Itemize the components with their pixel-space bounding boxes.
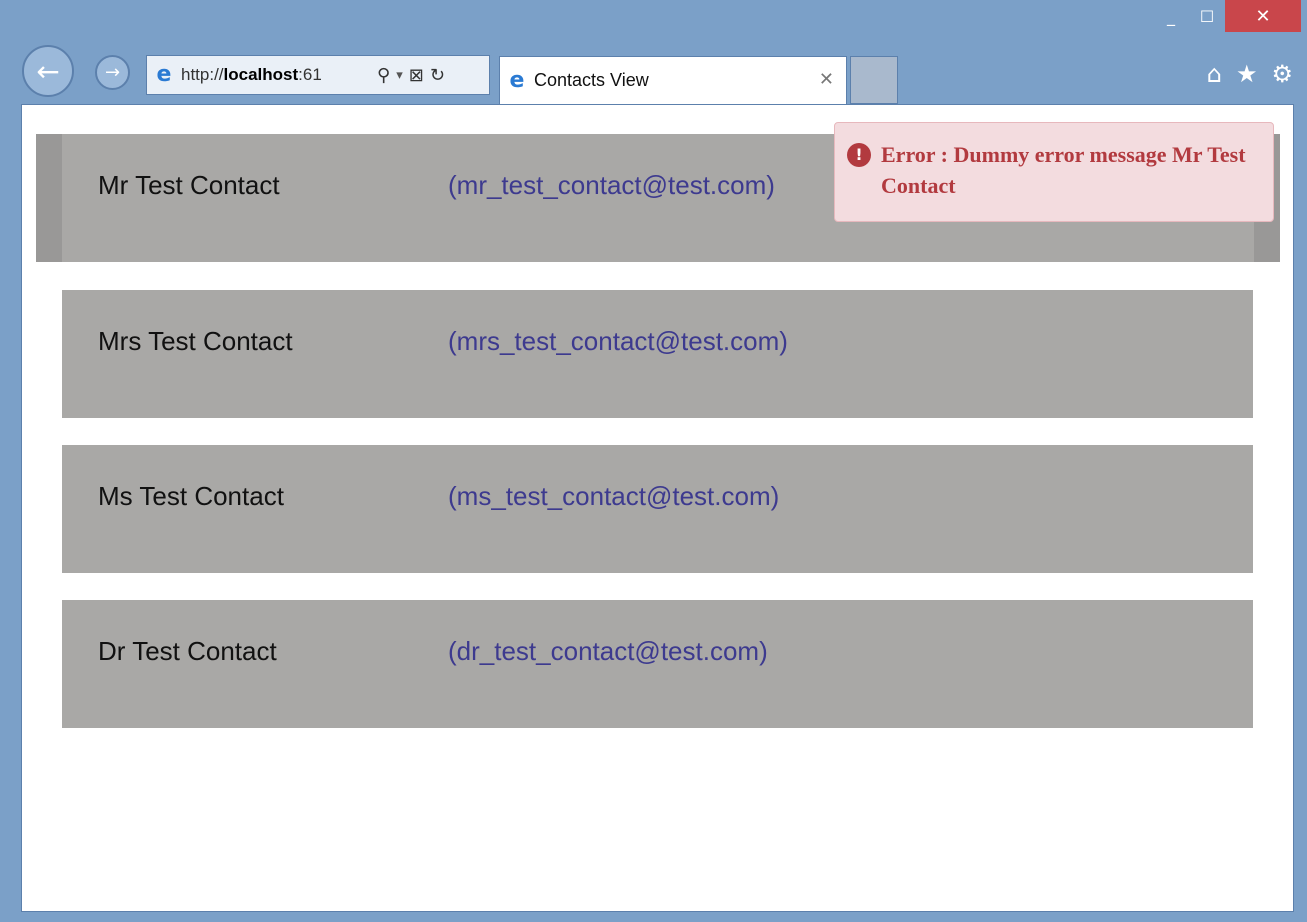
address-bar[interactable]: e http://localhost:61 ⚲ ▾ ⊠ ↻	[146, 55, 490, 95]
contact-name: Mrs Test Contact	[98, 326, 293, 356]
url-rest: :61	[298, 65, 322, 84]
error-message: Error : Dummy error message Mr Test Cont…	[881, 142, 1246, 198]
tab-close-icon[interactable]: ✕	[819, 69, 834, 90]
browser-window: _ ☐ ✕ ← → e http://localhost:61 ⚲ ▾ ⊠ ↻ …	[0, 0, 1307, 922]
compatibility-view-icon[interactable]: ⊠	[409, 65, 424, 86]
contact-row[interactable]: Mrs Test Contact (mrs_test_contact@test.…	[62, 290, 1253, 418]
new-tab-button[interactable]	[850, 56, 898, 104]
dropdown-icon[interactable]: ▾	[396, 68, 403, 83]
settings-gear-icon[interactable]: ⚙	[1271, 60, 1293, 88]
contact-name: Dr Test Contact	[98, 636, 277, 666]
back-button[interactable]: ←	[22, 45, 74, 97]
favorites-star-icon[interactable]: ★	[1236, 60, 1258, 88]
close-window-button[interactable]: ✕	[1225, 0, 1301, 32]
ie-tab-icon: e	[509, 67, 525, 93]
page-content: Mr Test Contact (mr_test_contact@test.co…	[21, 104, 1294, 912]
contact-row[interactable]: Dr Test Contact (dr_test_contact@test.co…	[62, 600, 1253, 728]
ie-logo-icon: e	[156, 62, 172, 87]
minimize-icon: _	[1167, 6, 1175, 26]
url-text[interactable]: http://localhost:61	[181, 65, 371, 85]
close-icon: ✕	[1255, 5, 1271, 27]
minimize-button[interactable]: _	[1153, 0, 1189, 32]
refresh-icon[interactable]: ↻	[430, 65, 445, 86]
error-icon: !	[847, 143, 871, 167]
forward-button[interactable]: →	[95, 55, 130, 90]
contact-email: (dr_test_contact@test.com)	[448, 636, 768, 666]
toolbar-icons: ⌂ ★ ⚙	[1207, 60, 1293, 88]
forward-arrow-icon: →	[104, 62, 121, 83]
contact-email: (mr_test_contact@test.com)	[448, 170, 775, 200]
url-host: localhost	[223, 65, 299, 84]
tab-title: Contacts View	[534, 70, 649, 90]
back-arrow-icon: ←	[36, 54, 60, 88]
contact-name: Mr Test Contact	[98, 170, 280, 200]
window-controls: _ ☐ ✕	[1153, 0, 1301, 44]
contact-email: (ms_test_contact@test.com)	[448, 481, 780, 511]
contact-name: Ms Test Contact	[98, 481, 284, 511]
search-icon[interactable]: ⚲	[377, 65, 390, 86]
maximize-button[interactable]: ☐	[1189, 0, 1225, 32]
maximize-icon: ☐	[1199, 6, 1215, 26]
contact-email: (mrs_test_contact@test.com)	[448, 326, 788, 356]
home-icon[interactable]: ⌂	[1207, 60, 1222, 88]
tab-contacts-view[interactable]: e Contacts View ✕	[499, 56, 847, 104]
error-notification: ! Error : Dummy error message Mr Test Co…	[834, 122, 1274, 222]
contact-row[interactable]: Ms Test Contact (ms_test_contact@test.co…	[62, 445, 1253, 573]
url-prefix: http://	[181, 65, 224, 84]
